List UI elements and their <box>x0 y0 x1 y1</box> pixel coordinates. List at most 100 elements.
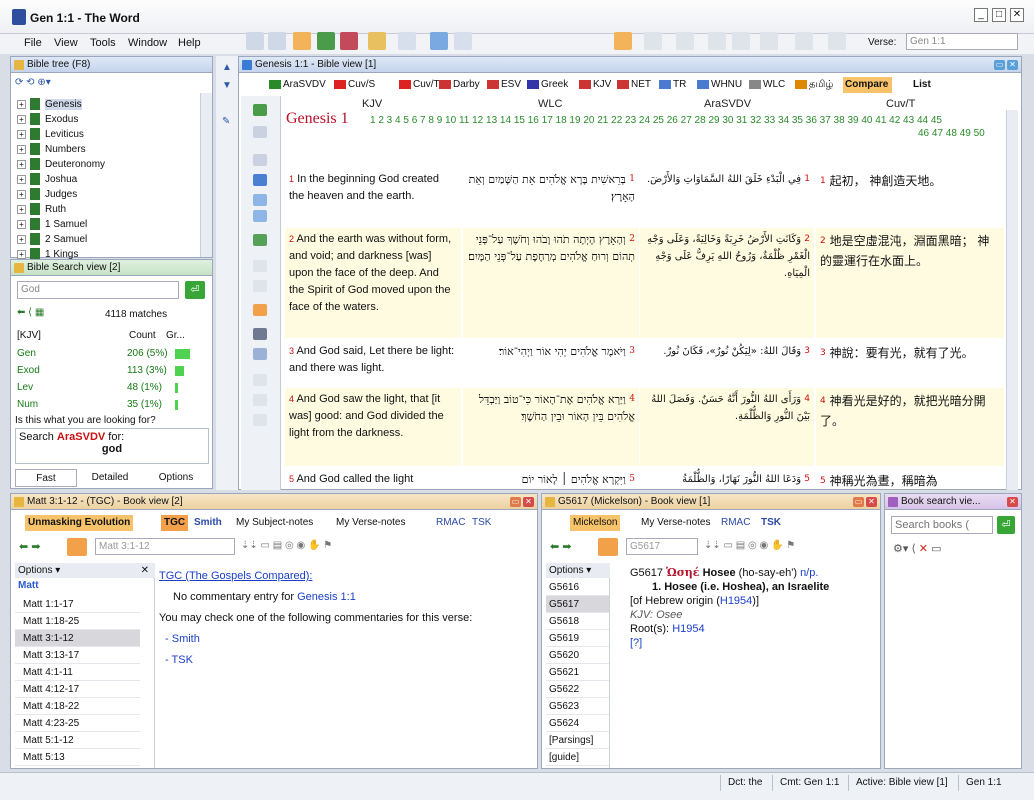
menu-file[interactable]: File <box>24 37 42 49</box>
chapter-links-2[interactable]: 46 47 48 49 50 <box>918 127 985 140</box>
underline-2-icon[interactable] <box>795 32 813 50</box>
search-result-row[interactable]: Lev 48 (1%) <box>15 379 196 396</box>
lexicon-entry[interactable]: G5624 <box>546 715 609 732</box>
menu-window[interactable]: Window <box>128 37 167 49</box>
verse-number[interactable]: 1 <box>629 174 635 184</box>
undo-icon[interactable] <box>317 32 335 50</box>
lexicon-entry[interactable]: [Parsings] <box>546 732 609 749</box>
hand-icon[interactable] <box>253 374 267 386</box>
search-input[interactable]: God <box>17 281 179 299</box>
verse-cell-cuv[interactable]: 1 起初， 神創造天地。 <box>816 168 1004 224</box>
verse-cell-ara[interactable]: 2 وَكَانَتِ الأَرْضُ خَرِبَةً وَخَالِيَة… <box>640 228 814 338</box>
reference-item[interactable]: Matt 3:13-17 <box>15 647 140 664</box>
verse-cell-ara[interactable]: 4 وَرَأَى اللهُ النُّورَ أَنَّهُ حَسَنٌ.… <box>640 388 814 466</box>
tree-book[interactable]: + Judges <box>17 187 77 202</box>
verse-cell-wlc[interactable]: 3 וַיֹּאמֶר אֱלֹהִים יְהִי אוֹר וַיְהִי־… <box>463 340 639 386</box>
tree-book[interactable]: + Numbers <box>17 142 86 157</box>
lexicon-ref-field[interactable]: G5617 <box>626 538 698 555</box>
commentary-restore[interactable]: ▭ <box>510 497 521 507</box>
translation-tab[interactable]: WLC <box>749 77 785 93</box>
up-icon[interactable] <box>253 194 267 206</box>
verse-cell-ara[interactable]: 3 وَقَالَ اللهُ: «لِيَكُنْ نُورٌ»، فَكَا… <box>640 340 814 386</box>
expand-icon[interactable]: + <box>17 234 26 244</box>
commentary-close[interactable]: ✕ <box>523 497 534 507</box>
pin-icon[interactable]: ▲ <box>222 62 232 73</box>
verse-cell-cuv[interactable]: 2 地是空虛混沌，淵面黑暗； 神的靈運行在水面上。 <box>816 228 1004 338</box>
sync-icon[interactable] <box>430 32 448 50</box>
bible-scrollbar[interactable] <box>1006 110 1018 490</box>
verse-number[interactable]: 4 <box>820 396 826 406</box>
chapter-links[interactable]: 1 2 3 4 5 6 7 8 9 10 11 12 13 14 15 16 1… <box>370 114 992 127</box>
options-header[interactable]: Options ▾ ✕ <box>15 563 155 578</box>
translation-tab[interactable]: NET <box>617 77 651 93</box>
commentary-tab[interactable]: My Subject-notes <box>233 515 316 531</box>
verse-number[interactable]: 5 <box>804 474 810 484</box>
translation-tab[interactable]: Compare <box>843 77 893 93</box>
copy-icon[interactable] <box>246 32 264 50</box>
window-icon[interactable] <box>398 32 416 50</box>
verse-cell-wlc[interactable]: 5 וַיִּקְרָא אֱלֹהִים ׀ לָאוֹר יוֹם <box>463 468 639 490</box>
forward-icon[interactable] <box>253 126 267 138</box>
expand-icon[interactable]: + <box>17 144 26 154</box>
help-link[interactable]: [?] <box>630 636 870 650</box>
lexicon-entry[interactable]: G5617 <box>546 596 609 613</box>
menu-view[interactable]: View <box>54 37 78 49</box>
pen-icon[interactable]: ✎ <box>222 116 230 127</box>
font-color-icon[interactable] <box>676 32 694 50</box>
lexicon-entry[interactable]: G5622 <box>546 681 609 698</box>
verse-number[interactable]: 4 <box>289 394 294 404</box>
tree-book[interactable]: + Leviticus <box>17 127 84 142</box>
commentary-nav[interactable]: ⬅ ➡ <box>19 540 41 553</box>
other-smith[interactable]: - Smith <box>159 629 529 650</box>
verse-cell-kjv[interactable]: 4 And God saw the light, that [it was] g… <box>285 388 461 466</box>
reference-item[interactable]: Matt 1:1-17 <box>15 596 140 613</box>
verse-number[interactable]: 5 <box>820 476 826 486</box>
expand-icon[interactable]: + <box>17 189 26 199</box>
verse-cell-ara[interactable]: 5 وَدَعَا اللهُ النُّورَ نَهَارًا، وَالظ… <box>640 468 814 490</box>
tree-scrollbar[interactable] <box>200 93 212 257</box>
verse-number[interactable]: 4 <box>804 394 810 404</box>
tab-detailed[interactable]: Detailed <box>79 469 141 487</box>
expand-icon[interactable]: + <box>17 174 26 184</box>
expand-icon[interactable]: + <box>17 159 26 169</box>
down-icon[interactable]: ▼ <box>222 80 232 91</box>
settings-icon[interactable] <box>253 414 267 426</box>
translation-tab[interactable]: தமிழ் <box>795 77 833 93</box>
reference-item[interactable]: Matt 4:1-11 <box>15 664 140 681</box>
reference-item[interactable]: Matt 4:23-25 <box>15 715 140 732</box>
lexicon-tools[interactable]: ⇣⇣ ▭ ▤ ◎ ◉ ✋ ⚑ <box>704 540 795 551</box>
tgc-link[interactable]: TGC (The Gospels Compared): <box>159 570 312 582</box>
reference-item[interactable]: Matt 5:13 <box>15 749 140 766</box>
lexicon-entry[interactable]: G5616 <box>546 579 609 596</box>
reference-item[interactable]: Matt 3:1-12 <box>15 630 140 647</box>
search-suggestion[interactable]: Search AraSVDV for: god <box>15 428 209 464</box>
translation-tab[interactable]: WHNU <box>697 77 742 93</box>
bookmark-icon[interactable] <box>293 32 311 50</box>
commentary-ref-field[interactable]: Matt 3:1-12 <box>95 538 235 555</box>
commentary-tab[interactable]: My Verse-notes <box>333 515 408 531</box>
lexicon-tab[interactable]: RMAC <box>718 515 753 531</box>
search-result-row[interactable]: Exod 113 (3%) <box>15 362 196 379</box>
layout-icon[interactable] <box>253 154 267 166</box>
verse-field[interactable]: Gen 1:1 <box>906 33 1018 50</box>
verse-cell-wlc[interactable]: 1 בְּרֵאשִׁית בָּרָא אֱלֹהִים אֵת הַשָּׁ… <box>463 168 639 224</box>
reference-item[interactable]: Matt 4:18-22 <box>15 698 140 715</box>
lexicon-restore[interactable]: ▭ <box>853 497 864 507</box>
verse-number[interactable]: 3 <box>804 346 810 356</box>
search-result-row[interactable]: Num 35 (1%) <box>15 396 196 413</box>
underline-3-icon[interactable] <box>828 32 846 50</box>
commentary-book-icon[interactable] <box>67 538 87 556</box>
tree-book[interactable]: + Deuteronomy <box>17 157 105 172</box>
book-search-tools[interactable]: ⚙▾ ⟨ ✕ ▭ <box>893 542 941 555</box>
origin-link[interactable]: H1954 <box>720 595 752 607</box>
lexicon-entry[interactable]: G5620 <box>546 647 609 664</box>
verse-cell-kjv[interactable]: 1 In the beginning God created the heave… <box>285 168 461 224</box>
reference-item[interactable]: Matt 1:18-25 <box>15 613 140 630</box>
translation-tab[interactable]: AraSVDV <box>269 77 326 93</box>
book-search-input[interactable] <box>891 516 993 534</box>
lexicon-entry[interactable]: G5623 <box>546 698 609 715</box>
redo-icon[interactable] <box>340 32 358 50</box>
tree-toolbar[interactable]: ⟳ ⟲ ⊕▾ <box>15 77 51 88</box>
translation-tab[interactable]: List <box>911 77 931 93</box>
move-icon[interactable] <box>454 32 472 50</box>
